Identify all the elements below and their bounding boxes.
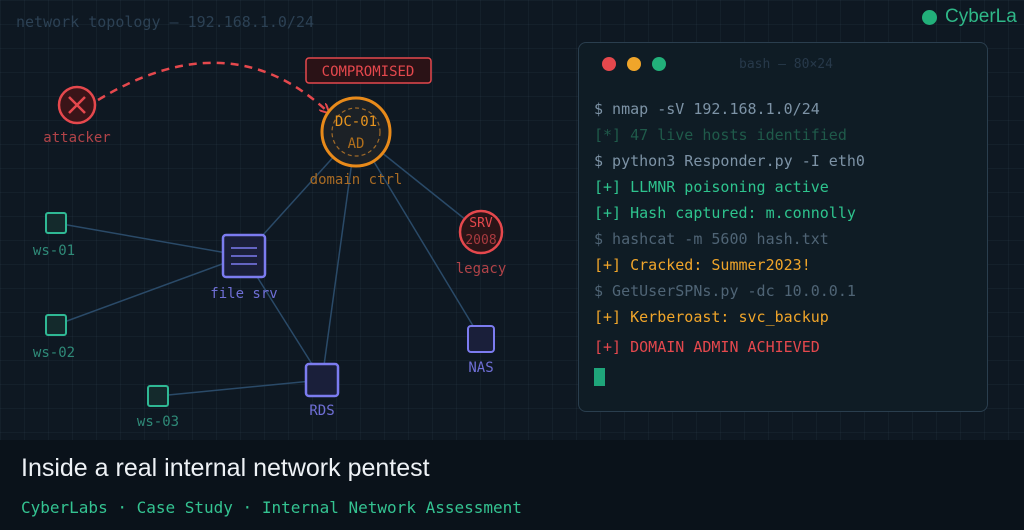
ws01-label: ws-01 [32, 243, 76, 259]
terminal-line: $ nmap -sV 192.168.1.0/24 [594, 100, 820, 118]
dc-role: AD [348, 136, 365, 152]
domain-controller-node[interactable]: DC-01 AD [320, 96, 392, 168]
ws01-node[interactable] [45, 212, 67, 234]
terminal-titlebar: bash — 80×24 [579, 43, 987, 83]
srv-version: 2008 [465, 233, 496, 248]
terminal-window[interactable]: bash — 80×24 $ nmap -sV 192.168.1.0/24 [*… [578, 42, 988, 412]
terminal-line: [*] 47 live hosts identified [594, 126, 847, 144]
rds-label: RDS [309, 403, 335, 419]
compromised-badge: COMPROMISED [322, 64, 415, 80]
srv-name: SRV [469, 216, 493, 231]
close-window-button[interactable] [602, 57, 616, 71]
terminal-output: $ nmap -sV 192.168.1.0/24 [*] 47 live hos… [594, 96, 865, 390]
terminal-line: $ hashcat -m 5600 hash.txt [594, 230, 829, 248]
nas-node[interactable] [467, 325, 495, 353]
caption-subtitle: CyberLabs · Case Study · Internal Networ… [21, 498, 522, 517]
dc-label: domain ctrl [309, 172, 403, 188]
legacy-server-node[interactable]: SRV 2008 [458, 209, 504, 255]
dc-name: DC-01 [335, 114, 377, 130]
minimize-window-button[interactable] [627, 57, 641, 71]
rds-node[interactable] [304, 362, 340, 398]
srv-label: legacy [455, 261, 507, 277]
file-server-node[interactable] [221, 233, 267, 279]
link-ws01-filesrv [55, 222, 245, 257]
caption-bar: Inside a real internal network pentest C… [0, 440, 1024, 530]
ws03-label: ws-03 [136, 414, 180, 430]
terminal-line: [+] LLMNR poisoning active [594, 178, 829, 196]
terminal-line: [+] DOMAIN ADMIN ACHIEVED [594, 338, 820, 356]
terminal-line: $ GetUserSPNs.py -dc 10.0.0.1 [594, 282, 856, 300]
terminal-line: [+] Cracked: Summer2023! [594, 256, 811, 274]
terminal-line: $ python3 Responder.py -I eth0 [594, 152, 865, 170]
ws02-node[interactable] [45, 314, 67, 336]
terminal-title: bash — 80×24 [739, 57, 833, 72]
attacker-label: attacker [43, 130, 111, 146]
terminal-line: [+] Hash captured: m.connolly [594, 204, 856, 222]
filesrv-label: file srv [210, 286, 278, 302]
terminal-line: [+] Kerberoast: svc_backup [594, 308, 829, 326]
attacker-node[interactable] [57, 85, 97, 125]
attack-path-arrow [97, 61, 328, 112]
link-dc-rds [321, 131, 357, 381]
ws03-node[interactable] [147, 385, 169, 407]
maximize-window-button[interactable] [652, 57, 666, 71]
nas-label: NAS [468, 360, 494, 376]
terminal-cursor [594, 368, 605, 386]
caption-title: Inside a real internal network pentest [21, 454, 430, 482]
link-ws03-rds [157, 379, 323, 397]
ws02-label: ws-02 [32, 345, 76, 361]
